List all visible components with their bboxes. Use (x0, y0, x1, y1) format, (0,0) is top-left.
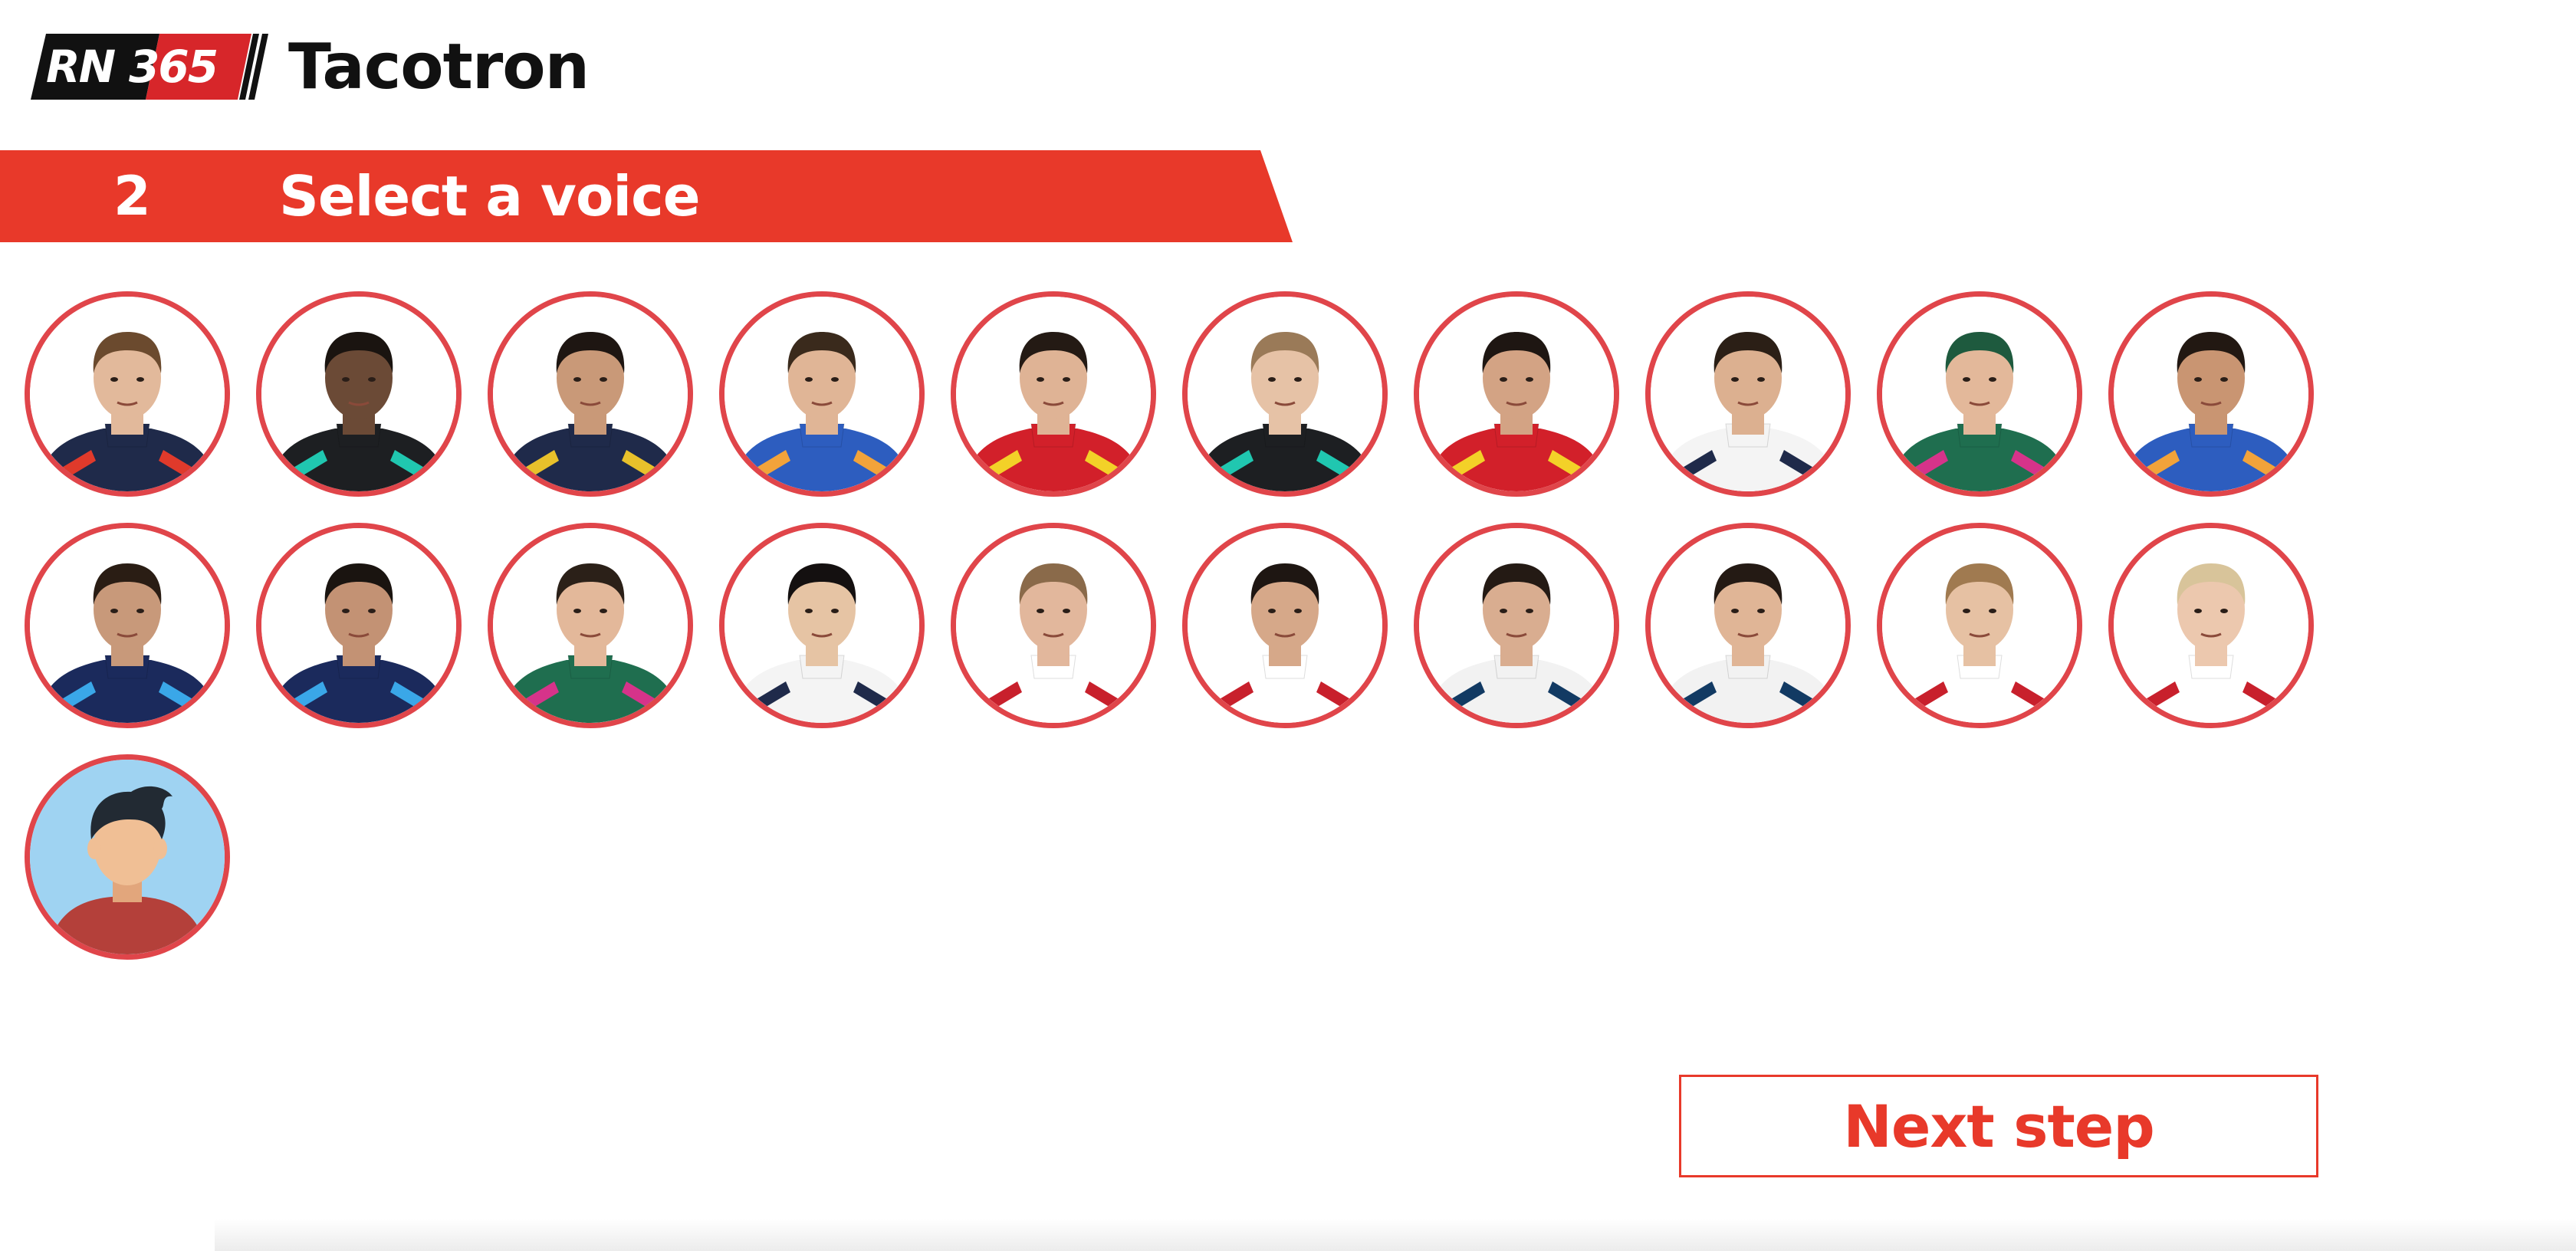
voice-option-8[interactable] (1645, 291, 1851, 497)
voice-option-10[interactable] (2108, 291, 2314, 497)
voice-option-13[interactable] (488, 523, 693, 728)
voice-option-19[interactable] (1877, 523, 2082, 728)
driver-portrait-image (2114, 297, 2308, 491)
logo-rn-text: RN (46, 41, 116, 93)
voice-option-11[interactable] (25, 523, 230, 728)
voice-option-4[interactable] (719, 291, 925, 497)
voice-option-20[interactable] (2108, 523, 2314, 728)
driver-portrait-image (724, 528, 919, 723)
driver-portrait-image (1882, 297, 2077, 491)
voice-option-15[interactable] (951, 523, 1156, 728)
driver-portrait-image (1419, 528, 1614, 723)
driver-portrait-image (1188, 528, 1382, 723)
voice-option-9[interactable] (1877, 291, 2082, 497)
voice-option-17[interactable] (1414, 523, 1619, 728)
step-number: 2 (113, 165, 151, 228)
driver-portrait-image (30, 297, 225, 491)
voice-option-custom[interactable] (25, 754, 230, 960)
driver-portrait-image (261, 297, 456, 491)
driver-portrait-image (1188, 297, 1382, 491)
driver-portrait-image (30, 528, 225, 723)
voice-option-3[interactable] (488, 291, 693, 497)
voice-option-1[interactable] (25, 291, 230, 497)
driver-portrait-image (956, 528, 1151, 723)
voice-option-5[interactable] (951, 291, 1156, 497)
driver-portrait-image (2114, 528, 2308, 723)
driver-portrait-image (956, 297, 1151, 491)
voice-option-16[interactable] (1182, 523, 1388, 728)
driver-portrait-image (1651, 297, 1845, 491)
bottom-shadow (215, 1219, 2576, 1251)
step-banner: 2 Select a voice (0, 150, 1294, 242)
driver-portrait-image (1419, 297, 1614, 491)
driver-portrait-image (493, 297, 688, 491)
voice-option-6[interactable] (1182, 291, 1388, 497)
default-avatar-image (30, 760, 225, 954)
voice-option-12[interactable] (256, 523, 462, 728)
app-logo: RN 365 Tacotron (31, 30, 590, 103)
driver-portrait-image (1651, 528, 1845, 723)
voice-option-18[interactable] (1645, 523, 1851, 728)
voice-option-2[interactable] (256, 291, 462, 497)
step-title: Select a voice (279, 164, 701, 228)
rn365-logo-badge: RN 365 (31, 34, 270, 100)
driver-portrait-image (1882, 528, 2077, 723)
driver-portrait-image (493, 528, 688, 723)
next-step-button[interactable]: Next step (1679, 1075, 2318, 1177)
voice-option-14[interactable] (719, 523, 925, 728)
driver-portrait-image (724, 297, 919, 491)
voice-option-7[interactable] (1414, 291, 1619, 497)
logo-365-text: 365 (129, 41, 219, 93)
app-title: Tacotron (288, 30, 590, 103)
driver-portrait-image (261, 528, 456, 723)
